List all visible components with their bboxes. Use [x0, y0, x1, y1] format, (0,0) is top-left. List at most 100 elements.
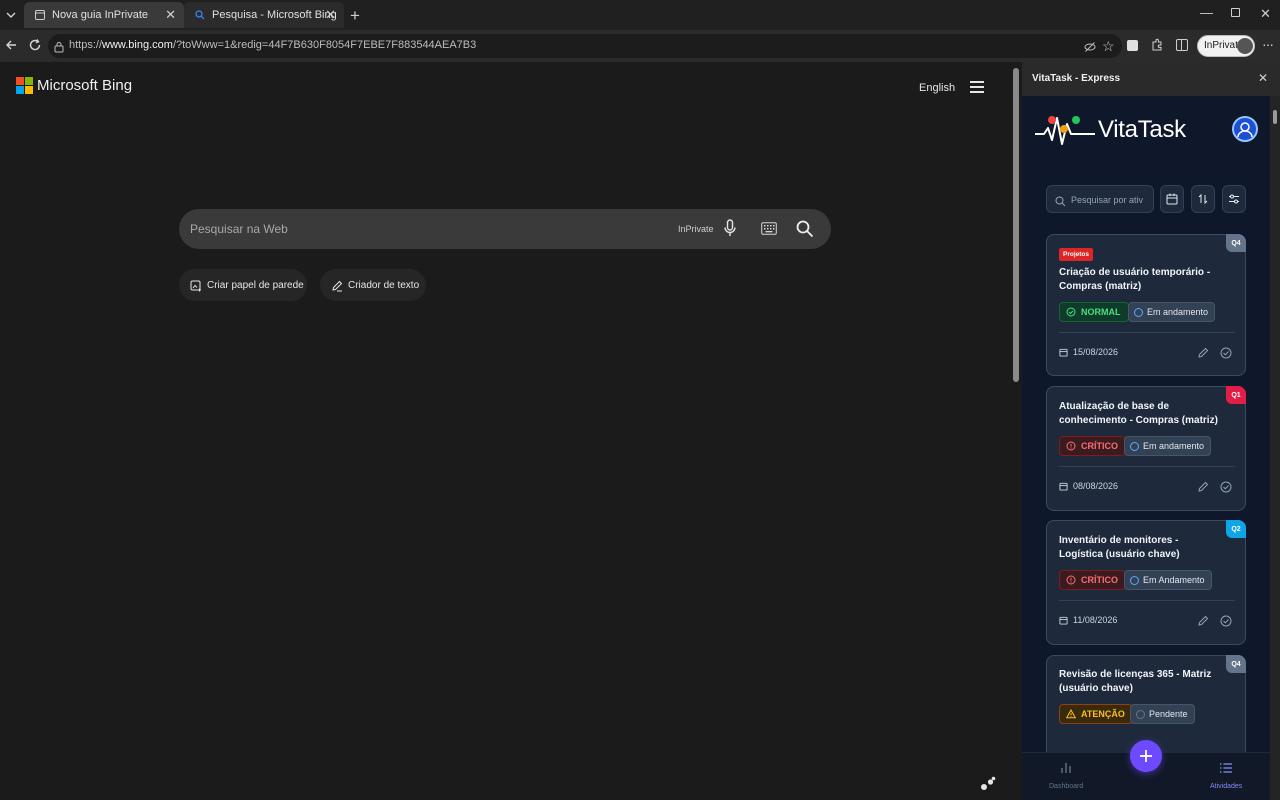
complete-icon[interactable]: [1220, 347, 1232, 359]
vitatask-logo-icon: [1034, 110, 1096, 153]
tab-bar: Nova guia InPrivate ✕ Pesquisa - Microso…: [0, 0, 1280, 30]
status-label: Em andamento: [1147, 307, 1209, 317]
scrollbar-thumb[interactable]: [1013, 68, 1019, 382]
favorite-star-icon[interactable]: ☆: [1102, 38, 1115, 55]
search-icon[interactable]: [796, 220, 814, 243]
complete-icon[interactable]: [1220, 615, 1232, 627]
hamburger-menu-icon[interactable]: [970, 81, 984, 93]
alert-circle-icon: [1066, 575, 1076, 585]
activity-search-box[interactable]: Pesquisar por ativ: [1046, 185, 1154, 213]
copilot-dots-icon[interactable]: [980, 776, 996, 797]
url-path: /?toWww=1&redig=44F7B630F8054F7EBE7F8835…: [172, 39, 477, 51]
due-date-text: 15/08/2026: [1073, 347, 1119, 357]
divider: [1059, 600, 1235, 601]
url-host: www.bing.com: [102, 39, 173, 51]
add-task-button[interactable]: [1130, 740, 1162, 772]
nav-dashboard[interactable]: Dashboard: [1042, 761, 1090, 797]
restore-icon[interactable]: [1231, 8, 1240, 17]
vitatask-app: VitaTask Pesquisar por ativ Q4 Projetos …: [1022, 96, 1270, 800]
priority-badge: CRÍTICO: [1059, 436, 1126, 456]
nav-activities[interactable]: Atividades: [1202, 761, 1250, 797]
quadrant-badge: Q4: [1226, 655, 1246, 673]
status-dot-icon: [1130, 441, 1139, 451]
url-prefix: https://: [69, 39, 103, 51]
microphone-icon[interactable]: [724, 219, 736, 242]
more-options-icon[interactable]: ···: [1262, 36, 1274, 52]
nav-label: Dashboard: [1049, 783, 1084, 790]
task-title: Inventário de monitores - Logística (usu…: [1059, 535, 1180, 560]
pen-icon: [331, 279, 343, 297]
quadrant-badge: Q1: [1226, 386, 1246, 404]
due-date: 15/08/2026: [1059, 347, 1118, 357]
plus-icon: [1140, 750, 1152, 762]
search-box[interactable]: Pesquisar na Web InPrivate: [179, 209, 831, 249]
divider: [1059, 466, 1235, 467]
user-avatar[interactable]: [1232, 116, 1258, 142]
minimize-icon[interactable]: —: [1200, 5, 1213, 20]
close-tab-icon[interactable]: ✕: [165, 7, 176, 23]
filter-settings-button[interactable]: [1222, 185, 1246, 213]
tracking-prevention-icon[interactable]: [1084, 40, 1096, 58]
extension-icon[interactable]: [1127, 40, 1138, 51]
edit-icon[interactable]: [1197, 481, 1209, 493]
tab-title: Pesquisa - Microsoft Bing: [212, 9, 337, 21]
divider: [1059, 332, 1235, 333]
priority-label: NORMAL: [1081, 307, 1121, 317]
bing-logo-text[interactable]: Microsoft Bing: [37, 77, 132, 94]
bing-search-icon: [194, 9, 206, 21]
status-label: Em Andamento: [1143, 575, 1205, 585]
edit-icon[interactable]: [1197, 347, 1209, 359]
close-tab-icon[interactable]: ✕: [325, 7, 336, 23]
url-text[interactable]: https://www.bing.com/?toWww=1&redig=44F7…: [69, 39, 476, 51]
task-card[interactable]: Q4 Projetos Criação de usuário temporári…: [1046, 234, 1246, 376]
sort-button[interactable]: [1191, 185, 1215, 213]
priority-label: CRÍTICO: [1081, 575, 1118, 585]
priority-badge: CRÍTICO: [1059, 570, 1126, 590]
bar-chart-icon: [1061, 763, 1071, 773]
microsoft-logo-icon[interactable]: [16, 77, 33, 94]
task-card[interactable]: Q1 Atualização de base de conhecimento -…: [1046, 386, 1246, 511]
scrollbar-thumb[interactable]: [1273, 110, 1277, 124]
side-panel-header: VitaTask - Express ✕: [1022, 62, 1280, 96]
task-card[interactable]: Q2 Inventário de monitores - Logística (…: [1046, 520, 1246, 645]
inprivate-profile-button[interactable]: InPrivate: [1197, 35, 1255, 57]
close-window-icon[interactable]: ✕: [1260, 6, 1271, 22]
sliders-icon: [1229, 194, 1239, 204]
chip-create-wallpaper[interactable]: Criar papel de parede: [179, 269, 307, 301]
page-scrollbar[interactable]: [1010, 62, 1022, 800]
list-icon: [1220, 763, 1232, 773]
calendar-filter-button[interactable]: [1160, 185, 1184, 213]
chip-label: Criador de texto: [348, 280, 420, 291]
due-date-text: 08/08/2026: [1073, 481, 1119, 491]
status-dot-icon: [1130, 575, 1139, 585]
tab-bing-search[interactable]: Pesquisa - Microsoft Bing ✕: [184, 2, 344, 28]
split-screen-icon[interactable]: [1176, 39, 1188, 51]
sort-icon: [1198, 193, 1208, 205]
quadrant-badge: Q2: [1226, 520, 1246, 538]
page-icon: [34, 9, 46, 21]
tab-actions-icon[interactable]: [4, 8, 18, 22]
lock-icon[interactable]: [54, 40, 64, 58]
calendar-icon: [1166, 193, 1178, 205]
language-link[interactable]: English: [919, 82, 955, 94]
alert-circle-icon: [1066, 441, 1076, 451]
search-input[interactable]: Pesquisar na Web: [190, 222, 288, 236]
quadrant-badge: Q4: [1226, 234, 1246, 252]
new-tab-icon[interactable]: +: [350, 6, 360, 26]
side-panel: VitaTask - Express ✕ VitaTask Pesquisar …: [1022, 62, 1280, 800]
keyboard-icon[interactable]: [761, 222, 777, 240]
tab-new-inprivate[interactable]: Nova guia InPrivate ✕: [24, 2, 184, 28]
panel-scrollbar[interactable]: [1270, 96, 1280, 800]
back-icon[interactable]: [4, 38, 18, 57]
close-panel-icon[interactable]: ✕: [1258, 71, 1268, 85]
extensions-puzzle-icon[interactable]: [1150, 38, 1164, 57]
side-panel-title: VitaTask - Express: [1032, 73, 1121, 84]
address-bar[interactable]: https://www.bing.com/?toWww=1&redig=44F7…: [48, 34, 1122, 58]
due-date-text: 11/08/2026: [1073, 615, 1118, 625]
edit-icon[interactable]: [1197, 615, 1209, 627]
complete-icon[interactable]: [1220, 481, 1232, 493]
check-circle-icon: [1066, 307, 1076, 317]
refresh-icon[interactable]: [28, 38, 42, 57]
chip-text-creator[interactable]: Criador de texto: [320, 269, 426, 301]
activity-search-input[interactable]: Pesquisar por ativ: [1071, 195, 1143, 205]
